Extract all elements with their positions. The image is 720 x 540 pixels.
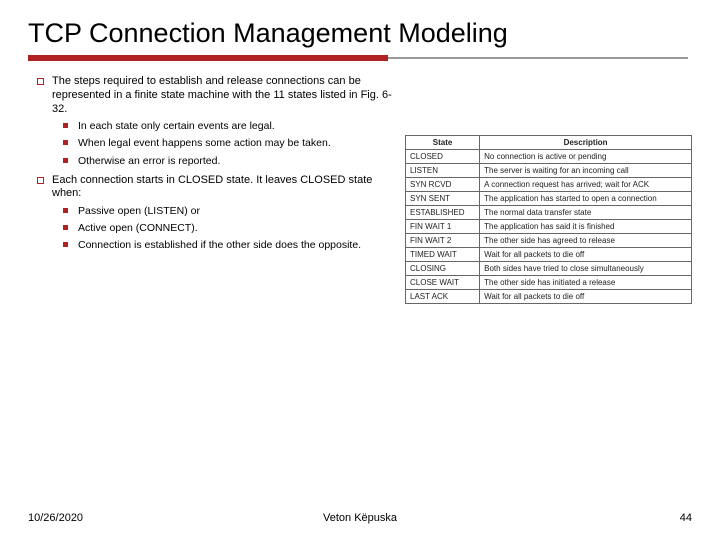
state-description: The application has said it is finished [480,220,692,234]
bullet-level2: When legal event happens some action may… [52,137,393,150]
bullet-text: Each connection starts in CLOSED state. … [52,174,393,202]
slide-title: TCP Connection Management Modeling [28,18,692,49]
state-name: LISTEN [406,164,480,178]
bullet-level2: Active open (CONNECT). [52,222,393,235]
state-table-container: State Description CLOSEDNo connection is… [405,75,692,304]
state-name: CLOSE WAIT [406,276,480,290]
state-description: Both sides have tried to close simultane… [480,262,692,276]
square-solid-icon [63,225,68,230]
slide-footer: 10/26/2020 Veton Këpuska 44 [0,512,720,524]
state-name: SYN RCVD [406,178,480,192]
state-name: CLOSED [406,150,480,164]
state-description: A connection request has arrived; wait f… [480,178,692,192]
state-description: Wait for all packets to die off [480,248,692,262]
state-table: State Description CLOSEDNo connection is… [405,135,692,304]
table-header: Description [480,136,692,150]
table-row: FIN WAIT 2The other side has agreed to r… [406,234,692,248]
bullet-level2: In each state only certain events are le… [52,120,393,133]
table-row: LAST ACKWait for all packets to die off [406,290,692,304]
bullet-text: Connection is established if the other s… [78,239,393,252]
table-row: SYN RCVDA connection request has arrived… [406,178,692,192]
bullet-level2: Passive open (LISTEN) or [52,205,393,218]
table-header: State [406,136,480,150]
state-name: ESTABLISHED [406,206,480,220]
square-solid-icon [63,158,68,163]
bullet-text: Passive open (LISTEN) or [78,205,393,218]
state-name: SYN SENT [406,192,480,206]
bullet-text: Otherwise an error is reported. [78,155,393,168]
square-open-icon [37,78,44,85]
footer-date: 10/26/2020 [28,512,83,524]
table-row: CLOSINGBoth sides have tried to close si… [406,262,692,276]
table-row: TIMED WAITWait for all packets to die of… [406,248,692,262]
state-description: No connection is active or pending [480,150,692,164]
table-row: ESTABLISHEDThe normal data transfer stat… [406,206,692,220]
table-row: LISTENThe server is waiting for an incom… [406,164,692,178]
bullet-level2: Connection is established if the other s… [52,239,393,252]
footer-author: Veton Këpuska [323,512,397,524]
state-name: TIMED WAIT [406,248,480,262]
square-open-icon [37,177,44,184]
bullet-text: The steps required to establish and rele… [52,75,393,116]
bullet-text: In each state only certain events are le… [78,120,393,133]
table-row: CLOSE WAITThe other side has initiated a… [406,276,692,290]
table-header-row: State Description [406,136,692,150]
state-description: Wait for all packets to die off [480,290,692,304]
bullet-text: Active open (CONNECT). [78,222,393,235]
bullet-text: When legal event happens some action may… [78,137,393,150]
state-name: FIN WAIT 2 [406,234,480,248]
title-underline [28,55,692,61]
bullet-column: The steps required to establish and rele… [28,75,393,304]
state-description: The application has started to open a co… [480,192,692,206]
bullet-level1: Each connection starts in CLOSED state. … [28,174,393,202]
state-description: The other side has agreed to release [480,234,692,248]
square-solid-icon [63,208,68,213]
table-row: SYN SENTThe application has started to o… [406,192,692,206]
bullet-level1: The steps required to establish and rele… [28,75,393,116]
state-description: The other side has initiated a release [480,276,692,290]
state-name: CLOSING [406,262,480,276]
bullet-level2: Otherwise an error is reported. [52,155,393,168]
square-solid-icon [63,123,68,128]
state-name: FIN WAIT 1 [406,220,480,234]
state-description: The normal data transfer state [480,206,692,220]
square-solid-icon [63,242,68,247]
table-row: FIN WAIT 1The application has said it is… [406,220,692,234]
square-solid-icon [63,140,68,145]
state-name: LAST ACK [406,290,480,304]
footer-page: 44 [680,512,692,524]
table-row: CLOSEDNo connection is active or pending [406,150,692,164]
state-description: The server is waiting for an incoming ca… [480,164,692,178]
